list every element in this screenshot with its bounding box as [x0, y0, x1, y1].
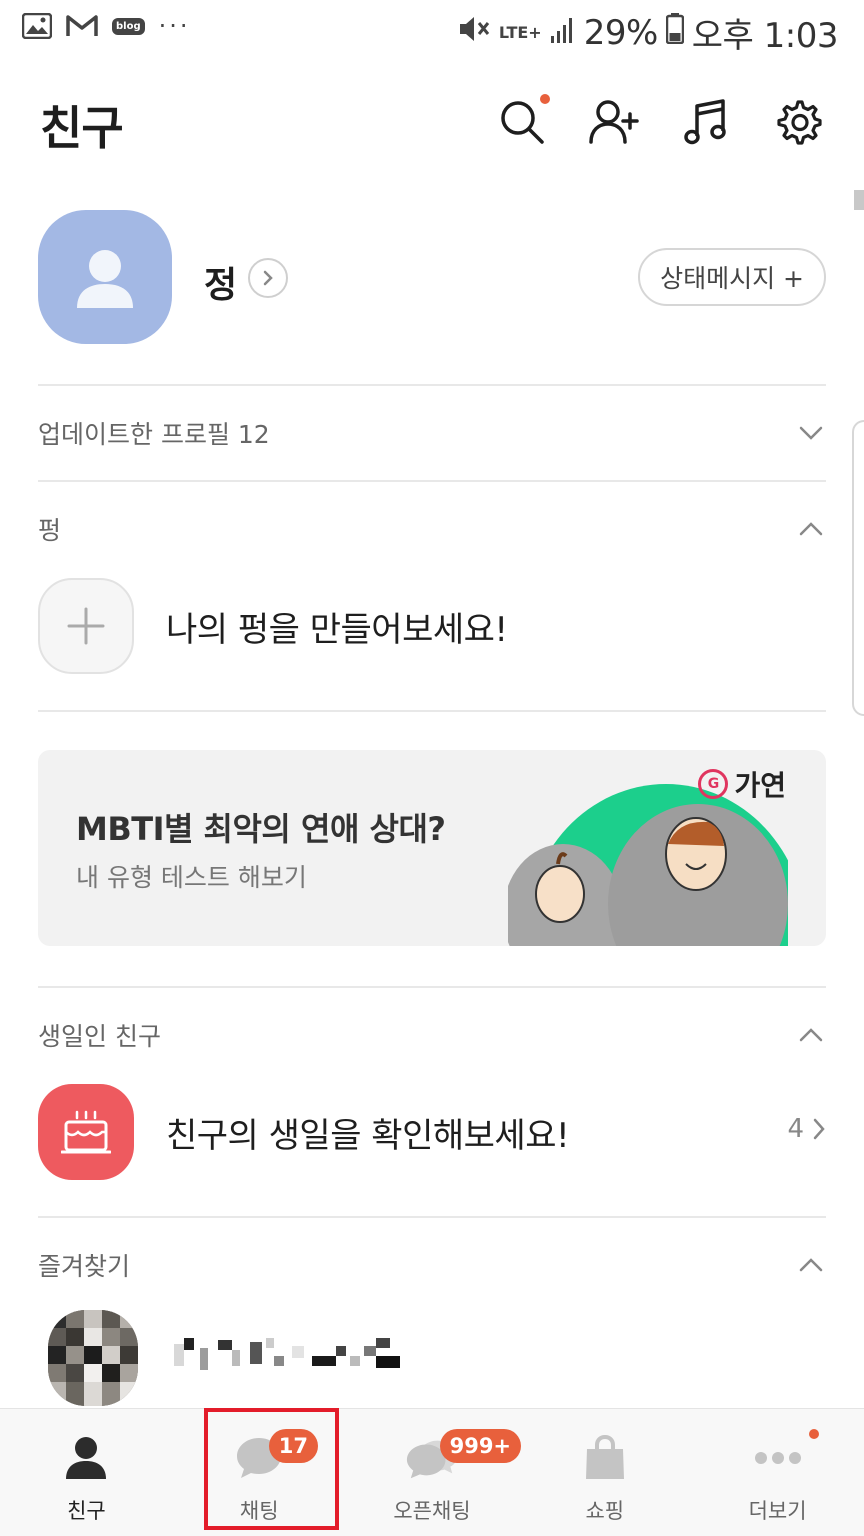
- favorite-friend-avatar[interactable]: [48, 1310, 138, 1406]
- nav-label: 쇼핑: [585, 1499, 625, 1523]
- chat-tab-highlight: [204, 1408, 339, 1530]
- chevron-up-icon[interactable]: [796, 514, 826, 544]
- favorites-section-header[interactable]: 즐겨찾기: [38, 1240, 826, 1290]
- mute-icon: [457, 13, 491, 53]
- unread-badge: 999+: [439, 1429, 522, 1463]
- settings-icon: [777, 100, 822, 145]
- birthday-item[interactable]: 친구의 생일을 확인해보세요! 4: [38, 1082, 826, 1182]
- more-icon: [751, 1433, 805, 1483]
- divider: [38, 710, 826, 712]
- search-button[interactable]: [496, 94, 550, 148]
- pixelated-name-image: [174, 1338, 400, 1370]
- person-icon: [59, 1433, 113, 1483]
- signal-icon: [550, 13, 576, 53]
- banner-brand: G 가연: [698, 764, 786, 804]
- banner-title: MBTI별 최악의 연애 상대?: [76, 810, 446, 848]
- create-pung-item[interactable]: 나의 펑을 만들어보세요!: [38, 576, 826, 676]
- network-type: LTE+: [498, 22, 542, 42]
- updated-profiles-section[interactable]: 업데이트한 프로필 12: [38, 408, 826, 458]
- nav-open-chats[interactable]: 999+ 오픈채팅: [346, 1409, 522, 1536]
- scroll-indicator: [854, 190, 864, 210]
- birthday-count-value: 4: [787, 1114, 804, 1144]
- divider: [38, 1216, 826, 1218]
- create-pung-text: 나의 펑을 만들어보세요!: [166, 609, 508, 650]
- birthday-text: 친구의 생일을 확인해보세요!: [166, 1115, 570, 1156]
- banner-illustration: [508, 784, 788, 946]
- brand-name: 가연: [734, 769, 786, 802]
- section-label: 생일인 친구: [38, 1022, 161, 1051]
- edge-panel-handle[interactable]: [852, 420, 864, 716]
- clock: 오후 1:03: [691, 16, 839, 56]
- nav-label: 더보기: [748, 1499, 807, 1523]
- nav-friends[interactable]: 친구: [0, 1409, 173, 1536]
- ad-banner[interactable]: MBTI별 최악의 연애 상대? 내 유형 테스트 해보기 G 가연: [38, 750, 826, 946]
- cake-icon: [38, 1084, 134, 1180]
- app-header: 친구: [0, 80, 864, 170]
- birthday-count[interactable]: 4: [787, 1114, 826, 1144]
- divider: [38, 480, 826, 482]
- music-icon: [684, 99, 726, 145]
- pixelated-avatar-image: [48, 1310, 138, 1406]
- add-friend-icon: [589, 100, 639, 144]
- chevron-right-icon: [813, 1118, 825, 1140]
- banner-subtitle: 내 유형 테스트 해보기: [76, 863, 307, 892]
- section-label: 업데이트한 프로필 12: [38, 420, 270, 449]
- music-button[interactable]: [680, 96, 732, 148]
- chevron-right-icon[interactable]: [248, 258, 288, 298]
- status-message-button[interactable]: 상태메시지 +: [638, 248, 826, 306]
- divider: [38, 986, 826, 988]
- chevron-up-icon[interactable]: [796, 1250, 826, 1280]
- birthday-section-header[interactable]: 생일인 친구: [38, 1010, 826, 1060]
- shopping-bag-icon: [578, 1433, 632, 1483]
- page-title: 친구: [40, 101, 124, 155]
- gallery-icon: [22, 13, 52, 39]
- add-icon[interactable]: [38, 578, 134, 674]
- notification-dot: [809, 1429, 820, 1439]
- settings-button[interactable]: [772, 96, 824, 148]
- status-bar: blog ··· LTE+ 29% 오후 1:03: [0, 0, 864, 60]
- section-label: 즐겨찾기: [38, 1252, 131, 1281]
- nav-label: 오픈채팅: [393, 1499, 471, 1523]
- bottom-navigation: 친구 17 채팅 999+ 오픈채팅 쇼핑 더보기: [0, 1408, 864, 1536]
- pung-section-header[interactable]: 펑: [38, 504, 826, 554]
- nav-shopping[interactable]: 쇼핑: [518, 1409, 691, 1536]
- notification-dot: [540, 94, 550, 104]
- brand-logo-icon: G: [698, 769, 729, 799]
- add-friend-button[interactable]: [588, 96, 640, 148]
- nav-label: 친구: [67, 1499, 106, 1523]
- favorite-friend-name-pixelated[interactable]: [174, 1334, 404, 1374]
- more-notifications-icon: ···: [158, 12, 191, 40]
- blog-icon: blog: [112, 17, 145, 35]
- default-avatar-icon: [77, 250, 133, 308]
- nav-more[interactable]: 더보기: [691, 1409, 864, 1536]
- status-message-label: 상태메시지 +: [660, 264, 804, 293]
- chevron-up-icon[interactable]: [796, 1020, 826, 1050]
- avatar[interactable]: [38, 210, 172, 344]
- chevron-down-icon[interactable]: [796, 418, 826, 448]
- battery-percent: 29%: [583, 12, 659, 53]
- battery-icon: [665, 12, 685, 53]
- gmail-icon: [66, 14, 98, 38]
- profile-name[interactable]: 정: [204, 256, 237, 308]
- section-label: 펑: [38, 516, 62, 545]
- divider: [38, 384, 826, 386]
- search-icon: [501, 101, 544, 144]
- my-profile[interactable]: 정 상태메시지 +: [38, 210, 826, 350]
